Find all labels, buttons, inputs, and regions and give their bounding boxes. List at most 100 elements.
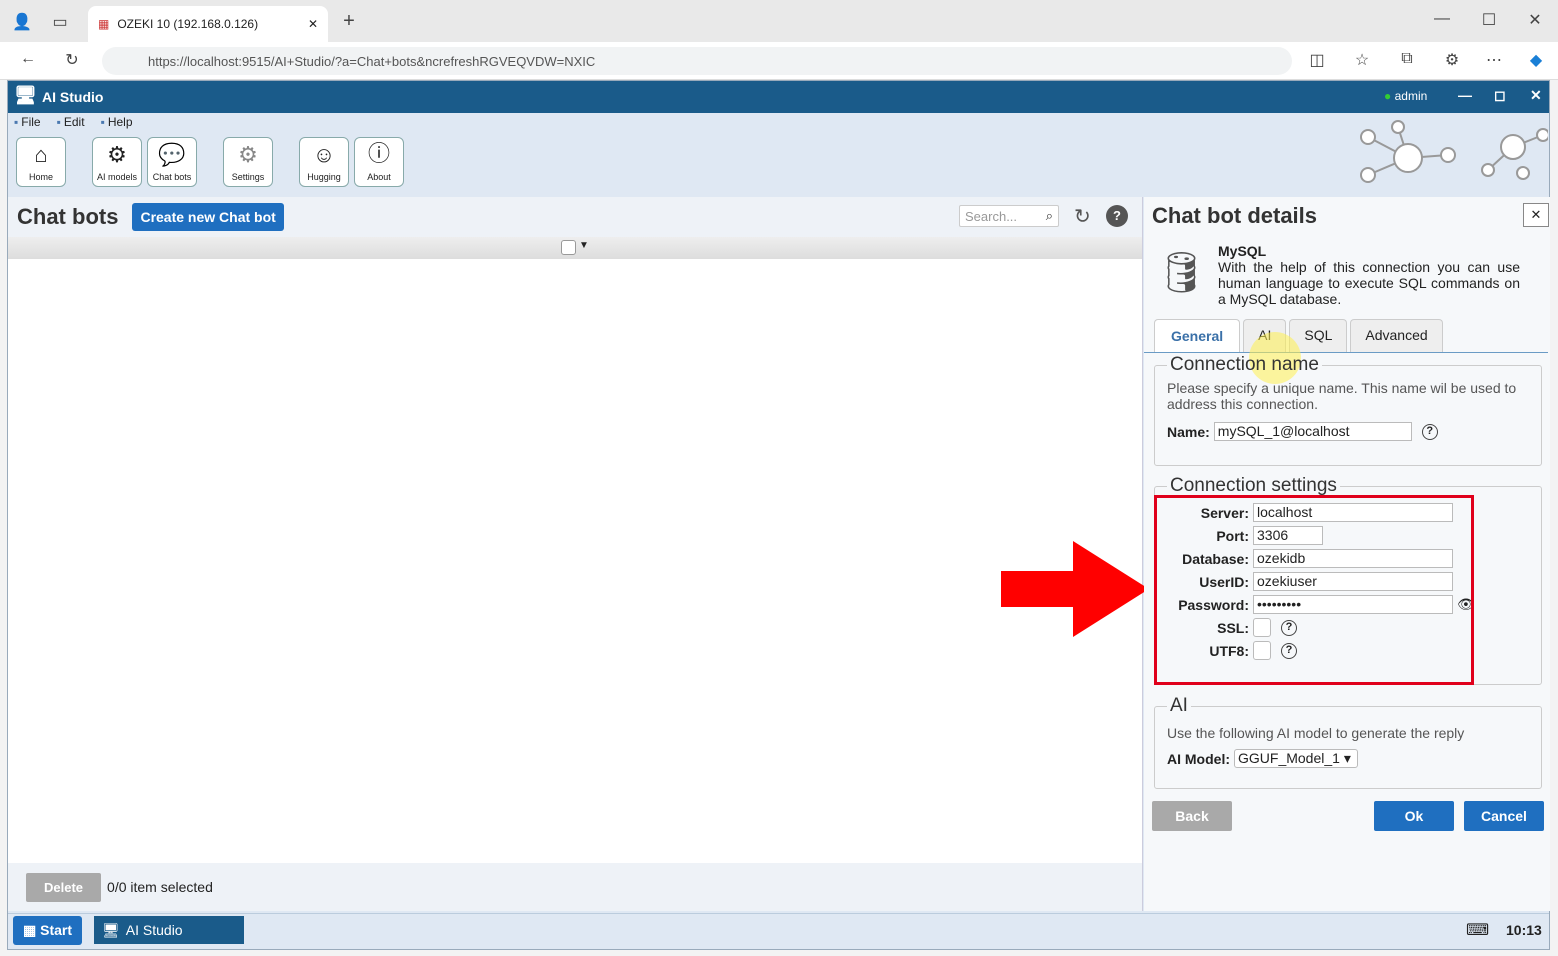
menu-file[interactable]: File <box>14 115 40 129</box>
ai-models-icon: ⚙ <box>107 142 127 167</box>
split-screen-icon[interactable]: ◫ <box>1305 50 1329 70</box>
ai-studio-logo-icon: 🖥 <box>14 85 37 105</box>
toolbar-label: Settings <box>231 172 265 182</box>
toolbar-hugging[interactable]: ☺ Hugging <box>299 137 349 187</box>
chat-bot-details-panel: Chat bot details ✕ 🛢 MySQL With the help… <box>1144 197 1550 911</box>
ozeki-favicon-icon: ▦ <box>98 17 110 31</box>
name-label: Name: <box>1167 423 1210 440</box>
connection-description-block: MySQL With the help of this connection y… <box>1218 243 1520 307</box>
copilot-icon[interactable]: ◆ <box>1524 50 1548 70</box>
more-icon[interactable]: ⋯ <box>1482 50 1506 70</box>
chat-bots-header: Chat bots Create new Chat bot Search... ⌕… <box>8 197 1142 237</box>
menu-bar: File Edit Help <box>14 115 133 129</box>
minimize-icon[interactable]: — <box>1430 10 1454 28</box>
info-icon: ⓘ <box>367 141 390 166</box>
back-button[interactable]: Back <box>1152 801 1232 831</box>
name-help-icon[interactable]: ? <box>1421 423 1438 440</box>
menu-edit[interactable]: Edit <box>57 115 85 129</box>
highlight-box <box>1154 495 1474 685</box>
taskbar-ai-studio[interactable]: 🖥 AI Studio <box>94 916 244 944</box>
search-input[interactable]: Search... ⌕ <box>959 205 1059 227</box>
ai-help: Use the following AI model to generate t… <box>1167 725 1465 741</box>
hugging-face-icon: ☺ <box>312 142 336 167</box>
connection-name-legend: Connection name <box>1170 354 1319 375</box>
toolbar-home[interactable]: ⌂ Home <box>16 137 66 187</box>
close-details-icon[interactable]: ✕ <box>1523 203 1549 227</box>
user-status[interactable]: ● admin <box>1384 89 1427 103</box>
reload-icon[interactable]: ↻ <box>60 50 84 70</box>
extensions-icon[interactable]: ⚙ <box>1440 50 1464 70</box>
taskbar-app-label: AI Studio <box>125 922 183 938</box>
connection-type: MySQL <box>1218 243 1267 259</box>
help-icon[interactable]: ? <box>1106 205 1128 227</box>
connection-description: With the help of this connection you can… <box>1218 259 1520 307</box>
details-title: Chat bot details <box>1152 203 1318 228</box>
tab-advanced[interactable]: Advanced <box>1350 319 1443 352</box>
select-all-checkbox[interactable] <box>561 240 576 255</box>
toolbar-label: About <box>367 172 391 182</box>
settings-icon: ⚙ <box>238 142 258 167</box>
app-close-icon[interactable]: ✕ <box>1530 87 1542 104</box>
maximize-icon[interactable]: ☐ <box>1477 10 1501 30</box>
connection-name-help: Please specify a unique name. This name … <box>1167 380 1517 412</box>
start-label: Start <box>40 922 73 938</box>
ai-model-select[interactable]: GGUF_Model_1 ▾ <box>1234 749 1358 768</box>
toolbar-label: Hugging <box>307 172 341 182</box>
tab-title: OZEKI 10 (192.168.0.126) <box>117 17 259 31</box>
ai-section: AI Use the following AI model to generat… <box>1154 695 1542 789</box>
app-maximize-icon[interactable]: ◻ <box>1494 87 1506 104</box>
create-chat-bot-button[interactable]: Create new Chat bot <box>132 203 284 231</box>
search-icon[interactable]: ⌕ <box>1046 208 1053 224</box>
network-decoration-icon <box>1360 120 1548 183</box>
app-minimize-icon[interactable]: — <box>1458 87 1472 103</box>
toolbar-about[interactable]: ⓘ About <box>354 137 404 187</box>
page-title: Chat bots <box>17 204 119 229</box>
delete-button[interactable]: Delete <box>26 872 102 902</box>
close-tab-icon[interactable]: ✕ <box>308 17 318 31</box>
collections-icon[interactable]: ⧉ <box>1395 50 1419 68</box>
favorites-icon[interactable]: ☆ <box>1350 50 1374 70</box>
toolbar-chat-bots[interactable]: 💬 Chat bots <box>147 137 197 187</box>
start-button[interactable]: ▦ Start <box>13 916 83 945</box>
new-tab-icon[interactable]: + <box>337 10 361 33</box>
url-text: https://localhost:9515/AI+Studio/?a=Chat… <box>148 53 596 69</box>
browser-tab-bar: 👤 ▭ ▦ OZEKI 10 (192.168.0.126) ✕ + — ☐ ✕ <box>0 0 1558 42</box>
profile-icon[interactable]: 👤 <box>10 12 34 32</box>
ai-legend: AI <box>1170 695 1188 716</box>
chevron-down-icon[interactable]: ▼ <box>579 240 589 251</box>
list-header-bar: ▼ <box>8 237 1142 259</box>
toolbar-label: AI models <box>96 172 138 182</box>
connection-settings-legend: Connection settings <box>1170 475 1337 496</box>
list-footer: Delete 0/0 item selected <box>8 863 1142 911</box>
refresh-icon[interactable]: ↻ <box>1074 204 1091 229</box>
ai-studio-window: 🖥 AI Studio ● admin — ◻ ✕ File Edit Help… <box>7 80 1550 950</box>
toolbar-label: Chat bots <box>152 172 192 182</box>
menu-help[interactable]: Help <box>101 115 133 129</box>
tab-actions-icon[interactable]: ▭ <box>48 12 72 32</box>
connection-name-section: Connection name Please specify a unique … <box>1154 354 1542 466</box>
ok-button[interactable]: Ok <box>1374 801 1454 831</box>
close-window-icon[interactable]: ✕ <box>1523 10 1547 30</box>
chat-bots-icon: 💬 <box>158 142 186 167</box>
details-tabs: General AI SQL Advanced <box>1144 319 1548 353</box>
cancel-button[interactable]: Cancel <box>1464 801 1544 831</box>
url-field[interactable]: https://localhost:9515/AI+Studio/?a=Chat… <box>102 47 1292 75</box>
back-icon[interactable]: ← <box>16 50 40 68</box>
toolbar-ai-models[interactable]: ⚙ AI models <box>92 137 142 187</box>
user-name: admin <box>1394 89 1428 103</box>
title-bar: 🖥 AI Studio ● admin — ◻ ✕ <box>8 81 1549 113</box>
ai-studio-icon: 🖥 <box>102 921 120 938</box>
selection-status: 0/0 item selected <box>107 879 213 895</box>
mysql-database-icon: 🛢 <box>1156 251 1207 295</box>
clock: 10:13 <box>1506 922 1542 938</box>
browser-tab[interactable]: ▦ OZEKI 10 (192.168.0.126) ✕ <box>88 6 328 42</box>
home-icon: ⌂ <box>34 142 48 167</box>
chat-bots-panel: Chat bots Create new Chat bot Search... ⌕… <box>8 197 1143 911</box>
tab-general[interactable]: General <box>1154 319 1241 352</box>
address-bar-row: ← ↻ https://localhost:9515/AI+Studio/?a=… <box>0 42 1558 80</box>
toolbar-settings[interactable]: ⚙ Settings <box>223 137 273 187</box>
toolbar-label: Home <box>28 172 53 182</box>
desktop-icon[interactable]: ⌨ <box>1466 920 1489 940</box>
ai-model-label: AI Model: <box>1167 750 1230 767</box>
name-input[interactable]: mySQL_1@localhost <box>1213 422 1412 441</box>
